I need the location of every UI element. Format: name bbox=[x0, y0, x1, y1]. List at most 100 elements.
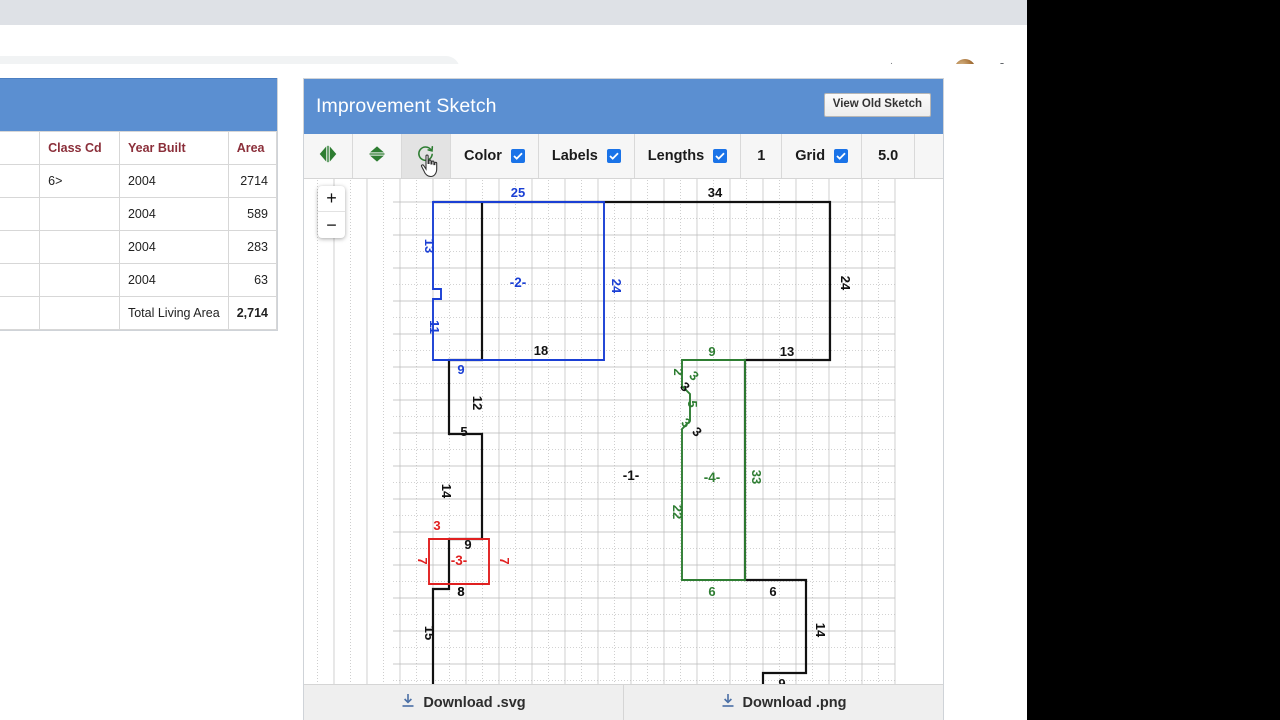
length-label: 25 bbox=[511, 185, 525, 200]
page-title: Improvement Sketch bbox=[316, 95, 497, 117]
area-label: -3- bbox=[451, 553, 468, 568]
cell-class-cd bbox=[39, 230, 120, 264]
zoom-in-button[interactable]: + bbox=[318, 186, 345, 212]
cell-class-cd bbox=[39, 197, 120, 231]
column-header-class-cd: Class Cd bbox=[39, 131, 120, 165]
cell-class-cd: 6> bbox=[39, 164, 120, 198]
cell-class-cd bbox=[39, 263, 120, 297]
sketch-footer: Download .svg Download .png bbox=[304, 684, 943, 720]
cell-blank bbox=[0, 197, 41, 231]
download-svg-button[interactable]: Download .svg bbox=[304, 685, 623, 720]
cell-blank bbox=[0, 263, 41, 297]
sketch-title-bar: Improvement Sketch View Old Sketch bbox=[304, 79, 943, 134]
download-icon bbox=[721, 693, 735, 712]
area-label: -1- bbox=[623, 468, 640, 483]
column-header-area: Area bbox=[228, 131, 278, 165]
view-old-sketch-button[interactable]: View Old Sketch bbox=[823, 93, 931, 117]
shape-outline bbox=[431, 200, 832, 684]
length-label: 3 bbox=[433, 518, 440, 533]
length-label: 13 bbox=[422, 239, 437, 253]
sketch-shape-shape-2[interactable]: -2- 25 13 11 9 24 bbox=[422, 185, 624, 377]
labels-checkbox[interactable] bbox=[606, 149, 621, 163]
sketch-shape-main-outline[interactable]: -1-34241361498151451218 bbox=[422, 185, 853, 684]
length-label: 3 bbox=[677, 379, 693, 395]
grid-label: Grid bbox=[795, 148, 826, 164]
length-label: 13 bbox=[780, 344, 794, 359]
length-label: 15 bbox=[422, 626, 437, 640]
length-label: 18 bbox=[534, 343, 548, 358]
browser-tab-strip bbox=[0, 0, 1027, 25]
table-header-row: Class Cd Year Built Area bbox=[0, 131, 278, 165]
zoom-out-button[interactable]: − bbox=[318, 212, 345, 238]
length-label: 33 bbox=[749, 470, 764, 484]
length-label: 6 bbox=[769, 584, 776, 599]
browser-toolbar: heKey=R006807 bbox=[0, 25, 1027, 84]
labels-toggle[interactable]: Labels bbox=[538, 134, 635, 178]
cell-blank bbox=[0, 164, 41, 198]
length-label: 12 bbox=[470, 396, 485, 410]
download-png-button[interactable]: Download .png bbox=[623, 685, 943, 720]
flip-vertical-icon bbox=[367, 145, 387, 168]
sketch-shape-shape-3[interactable]: -3- 3 7 7 9 8 bbox=[415, 518, 512, 599]
improvement-details-table: Class Cd Year Built Area 6> 2004 2714 20… bbox=[0, 131, 278, 330]
length-label: 9 bbox=[778, 676, 785, 684]
color-checkbox[interactable] bbox=[510, 149, 525, 163]
cell-year-built: 2004 bbox=[119, 197, 229, 231]
grid-checkbox[interactable] bbox=[834, 149, 849, 163]
lengths-label: Lengths bbox=[647, 148, 705, 164]
cell-area: 283 bbox=[228, 230, 278, 264]
length-label: 5 bbox=[685, 400, 700, 407]
length-label: 22 bbox=[670, 505, 685, 519]
table-row[interactable]: 6> 2004 2714 bbox=[0, 164, 278, 198]
length-label: 14 bbox=[439, 484, 454, 499]
rotate-icon bbox=[416, 144, 436, 169]
download-svg-label: Download .svg bbox=[423, 694, 526, 711]
total-living-area-row: Total Living Area 2,714 bbox=[0, 296, 278, 330]
cell-blank bbox=[0, 230, 41, 264]
length-label: 9 bbox=[464, 537, 471, 552]
length-label: 11 bbox=[427, 320, 442, 334]
length-label: 6 bbox=[708, 584, 715, 599]
length-label: 8 bbox=[457, 584, 464, 599]
grid-toggle[interactable]: Grid bbox=[782, 134, 863, 178]
length-label: 24 bbox=[609, 279, 624, 294]
download-png-label: Download .png bbox=[742, 694, 847, 711]
table-row[interactable]: 2004 283 bbox=[0, 230, 278, 264]
cell-area: 589 bbox=[228, 197, 278, 231]
length-label: 14 bbox=[813, 623, 828, 638]
sketch-drawing: -1-34241361498151451218-2-251311924-3-37… bbox=[317, 179, 896, 684]
length-label: 9 bbox=[708, 344, 715, 359]
page-gutter bbox=[278, 64, 303, 720]
grid-value[interactable]: 5.0 bbox=[862, 134, 916, 178]
length-label: 34 bbox=[708, 185, 723, 200]
column-header-blank bbox=[0, 131, 41, 165]
area-label: -4- bbox=[704, 470, 721, 485]
color-toggle[interactable]: Color bbox=[451, 134, 539, 178]
rotate-button[interactable] bbox=[402, 134, 451, 178]
flip-horizontal-icon bbox=[318, 145, 338, 168]
flip-horizontal-button[interactable] bbox=[304, 134, 353, 178]
cell-year-built: 2004 bbox=[119, 164, 229, 198]
download-icon bbox=[401, 693, 415, 712]
length-label: 9 bbox=[457, 362, 464, 377]
zoom-controls: + − bbox=[318, 186, 345, 238]
table-row[interactable]: 2004 63 bbox=[0, 263, 278, 297]
sketch-shape-shape-4[interactable]: -4-92 3353322336 bbox=[670, 344, 764, 599]
sketch-toolbar: Color Labels Lengths 1 Grid 5.0 bbox=[304, 134, 943, 179]
cell-year-built: 2004 bbox=[119, 263, 229, 297]
length-label: 2 bbox=[671, 368, 686, 375]
table-row[interactable]: 2004 589 bbox=[0, 197, 278, 231]
length-label: 5 bbox=[460, 424, 467, 439]
length-label: 7 bbox=[497, 557, 512, 564]
lengths-value[interactable]: 1 bbox=[741, 134, 783, 178]
improvement-details-panel: Class Cd Year Built Area 6> 2004 2714 20… bbox=[0, 78, 278, 331]
lengths-toggle[interactable]: Lengths bbox=[634, 134, 742, 178]
labels-label: Labels bbox=[551, 148, 598, 164]
area-label: -2- bbox=[510, 275, 527, 290]
flip-vertical-button[interactable] bbox=[353, 134, 402, 178]
improvement-sketch-card: Improvement Sketch View Old Sketch Color… bbox=[303, 78, 944, 720]
lengths-checkbox[interactable] bbox=[713, 149, 728, 163]
cell-area: 63 bbox=[228, 263, 278, 297]
total-living-area-value: 2,714 bbox=[228, 296, 278, 330]
sketch-canvas[interactable]: + − -1- 34 24 13 6 14 9 8 15 14 5 12 18 -2- 25 13 11 9 24-… bbox=[304, 179, 943, 684]
